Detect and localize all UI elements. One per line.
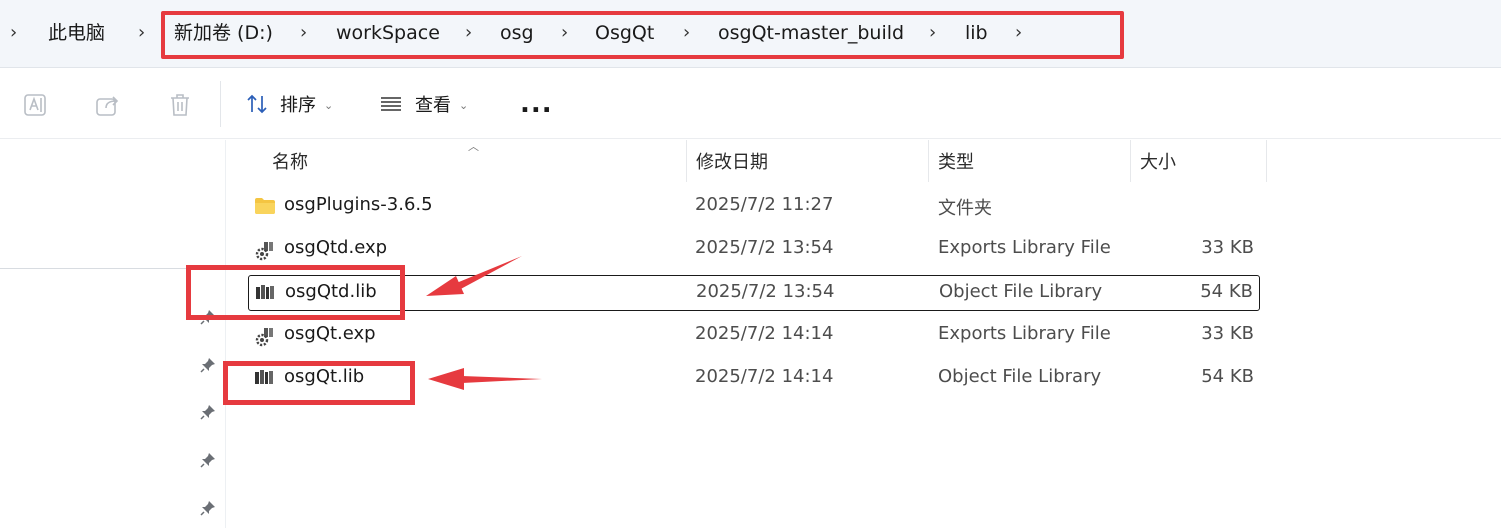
column-header-name[interactable]: 名称: [272, 148, 308, 174]
command-bar: 排序 ⌄ 查看 ⌄ ...: [0, 69, 1501, 139]
folder-icon: [254, 197, 276, 217]
annotation-arrow: [426, 256, 522, 296]
file-name: osgPlugins-3.6.5: [284, 194, 433, 215]
file-type: Object File Library: [939, 281, 1103, 302]
toolbar-divider: [220, 81, 221, 127]
more-icon: ...: [520, 89, 553, 119]
column-header-size[interactable]: 大小: [1140, 148, 1176, 174]
sort-icon: [247, 94, 267, 114]
file-modified: 2025/7/2 11:27: [695, 194, 834, 215]
share-icon[interactable]: [94, 91, 122, 119]
file-name: osgQt.exp: [284, 323, 376, 344]
file-size: 33 KB: [1201, 237, 1254, 258]
column-divider[interactable]: [928, 140, 929, 182]
file-name: osgQtd.exp: [284, 237, 388, 258]
column-headers: ︿ 名称 修改日期 类型 大小: [230, 140, 1501, 182]
pin-icon[interactable]: [199, 403, 217, 421]
file-size: 54 KB: [1201, 366, 1254, 387]
navigation-pane[interactable]: [0, 140, 226, 528]
sort-ascending-icon: ︿: [468, 140, 479, 153]
breadcrumb-this-pc[interactable]: 此电脑: [48, 20, 105, 46]
file-type: Exports Library File: [938, 323, 1111, 344]
annotation-arrow: [428, 368, 542, 390]
file-type: Object File Library: [938, 366, 1102, 387]
file-type: 文件夹: [938, 198, 992, 219]
pin-icon[interactable]: [199, 499, 217, 517]
chevron-right-icon[interactable]: ›: [138, 20, 145, 46]
column-divider[interactable]: [1130, 140, 1131, 182]
view-label: 查看: [415, 95, 451, 116]
exp-file-icon: [254, 240, 276, 261]
file-size: 54 KB: [1200, 281, 1253, 302]
file-modified: 2025/7/2 13:54: [696, 281, 835, 302]
address-bar[interactable]: › 此电脑 › 新加卷 (D:) › workSpace › osg › Osg…: [0, 0, 1501, 68]
column-divider[interactable]: [686, 140, 687, 182]
file-size: 33 KB: [1201, 323, 1254, 344]
file-modified: 2025/7/2 14:14: [695, 366, 834, 387]
annotation-highlight-box: [186, 265, 405, 320]
file-row[interactable]: osgQtd.exp 2025/7/2 13:54 Exports Librar…: [248, 232, 1260, 268]
column-divider[interactable]: [1266, 140, 1267, 182]
chevron-down-icon: ⌄: [324, 98, 334, 112]
file-type: Exports Library File: [938, 237, 1111, 258]
rename-icon[interactable]: [22, 91, 50, 119]
exp-file-icon: [254, 326, 276, 347]
chevron-down-icon: ⌄: [459, 98, 469, 112]
column-header-type[interactable]: 类型: [938, 148, 974, 174]
pin-icon[interactable]: [199, 451, 217, 469]
file-row[interactable]: osgPlugins-3.6.5 2025/7/2 11:27 文件夹: [248, 189, 1260, 225]
delete-icon[interactable]: [166, 91, 194, 119]
file-modified: 2025/7/2 14:14: [695, 323, 834, 344]
file-row[interactable]: osgQt.exp 2025/7/2 14:14 Exports Library…: [248, 318, 1260, 354]
sort-label: 排序: [280, 95, 316, 116]
sort-button[interactable]: 排序 ⌄: [245, 89, 333, 119]
pin-icon[interactable]: [199, 356, 217, 374]
chevron-right-icon[interactable]: ›: [10, 20, 17, 46]
more-options-button[interactable]: ...: [520, 89, 553, 119]
column-header-modified[interactable]: 修改日期: [696, 148, 768, 174]
view-list-icon: [381, 97, 401, 111]
view-button[interactable]: 查看 ⌄: [379, 89, 468, 119]
annotation-highlight-box: [223, 361, 415, 405]
file-modified: 2025/7/2 13:54: [695, 237, 834, 258]
annotation-highlight-box: [161, 11, 1124, 59]
